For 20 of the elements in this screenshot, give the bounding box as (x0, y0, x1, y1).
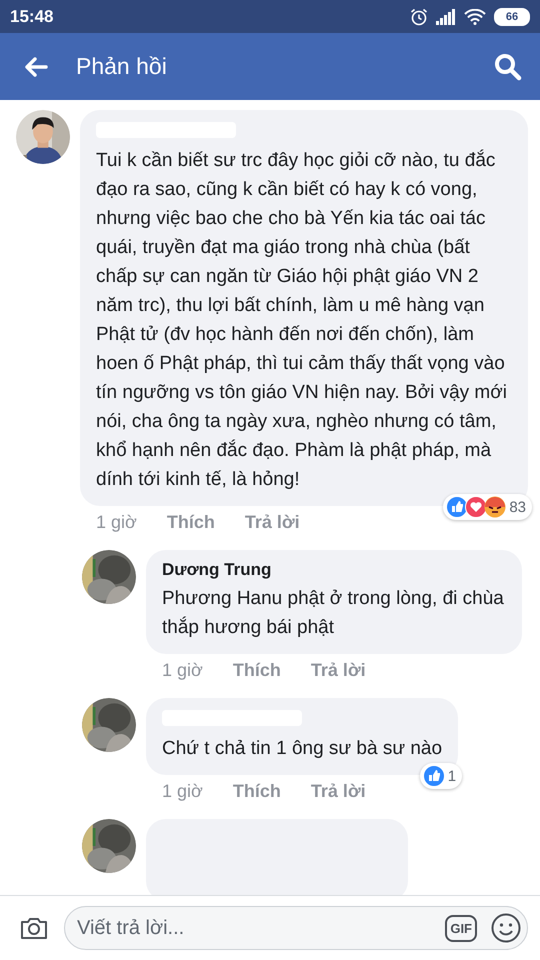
comment-text: Chứ t chả tin 1 ông sư bà sư nào (162, 737, 442, 761)
reply-link[interactable]: Trả lời (244, 512, 300, 540)
clock-time: 15:48 (10, 6, 54, 26)
like-link[interactable]: Thích (232, 781, 281, 809)
comment-time: 1 giờ (96, 512, 137, 534)
comment-text: Tui k cần biết sư trc đây học giỏi cỡ nào, tu đắc đạo ra sao, cũng k cần biết có hay k có vong, nhưng việc bao che cho bà Yến kia tác oai tác quái, truyền đạt ma giáo trong nhà chùa (bất chấp sự can ngăn từ Giáo hội phật giáo VN 2 năm trc), thu lợi bất chính, làm u mê hàng vạn Phật tử (đv học hành đến nơi đến chốn), làm hoen ố Phật pháp, thì tui cảm thấy thất vọng vào tín ngưỡng vs tôn giáo VN hiện nay. Bởi vậy mới nói, cha ông ta ngày xưa, nghèo nhưng có tâm, khổ hạnh nên đắc đạo. Phàm là phật pháp, mà dính tới kinh tế, là hỏng! (96, 148, 508, 492)
comment-time: 1 giờ (162, 781, 203, 803)
reply-link[interactable]: Trả lời (310, 660, 366, 688)
reply-input-field[interactable]: Viết trả lời... GIF (64, 906, 528, 950)
author-name[interactable]: Dương Trung (162, 560, 506, 580)
comment-text: Phương Hanu phật ở trong lòng, đi chùa thắp hương bái phật (162, 587, 505, 640)
like-link[interactable]: Thích (232, 660, 281, 688)
battery-indicator: 66 (494, 8, 530, 26)
comment-time: 1 giờ (162, 660, 203, 682)
reaction-summary[interactable]: 1 (420, 763, 462, 789)
like-link[interactable]: Thích (166, 512, 215, 540)
gif-button[interactable]: GIF (445, 914, 477, 942)
page-title: Phản hồi (76, 53, 167, 80)
reaction-summary[interactable]: 83 (443, 494, 532, 520)
reply-link[interactable]: Trả lời (310, 781, 366, 809)
